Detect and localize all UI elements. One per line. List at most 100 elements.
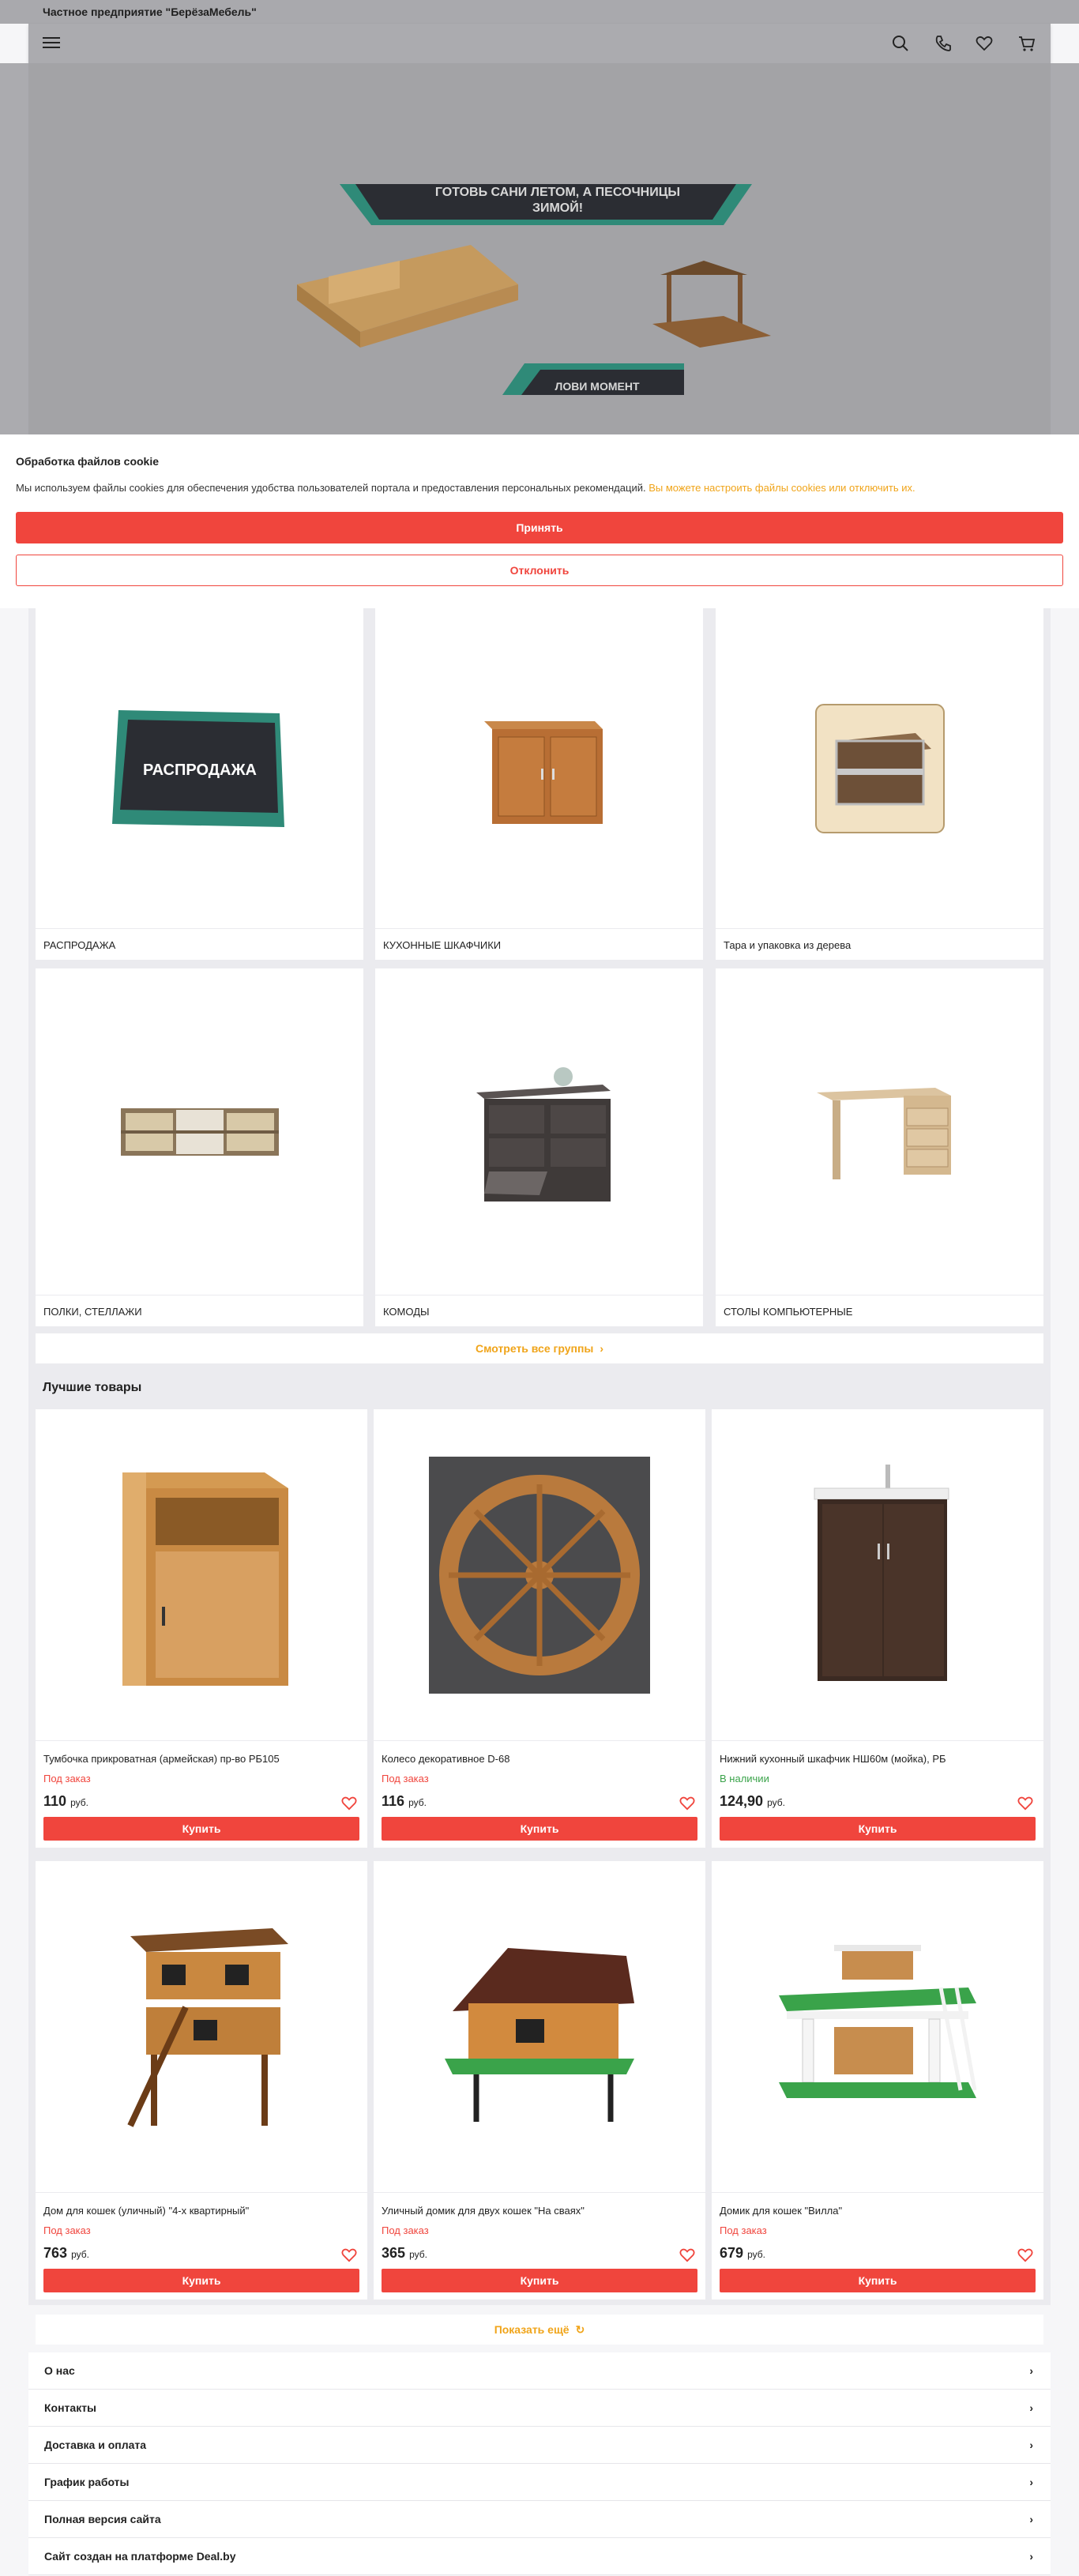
favorite-heart-icon[interactable] [340,2247,358,2262]
group-card[interactable]: Тара и упаковка из дерева [716,608,1043,960]
product-name[interactable]: Уличный домик для двух кошек "На сваях" [382,2205,697,2217]
group-label[interactable]: КОМОДЫ [375,1295,703,1326]
hero-banner[interactable]: ГОТОВЬ САНИ ЛЕТОМ, А ПЕСОЧНИЦЫ ЗИМОЙ! ЛО… [28,63,1051,434]
refresh-icon: ↻ [575,2322,585,2336]
product-price: 110 руб. [43,1793,88,1810]
buy-button[interactable]: Купить [382,1817,697,1841]
product-image[interactable] [36,1861,367,2193]
favorite-heart-icon[interactable] [1017,1795,1034,1811]
top-bar: Частное предприятие "БерёзаМебель" [0,0,1079,24]
phone-icon[interactable] [934,34,953,53]
show-more-label: Показать ещё [494,2323,570,2336]
show-more-button[interactable]: Показать ещё ↻ [36,2315,1043,2345]
search-icon[interactable] [891,34,910,53]
product-status: Под заказ [382,2224,429,2236]
wooden-box-image [814,703,945,833]
hero-left-margin [0,63,28,434]
buy-button[interactable]: Купить [382,2269,697,2292]
banner-line2: ЗИМОЙ! [532,200,583,215]
product-price: 679 руб. [720,2245,765,2262]
kitchen-sink-cabinet-image [814,1464,949,1681]
product-image[interactable] [374,1861,705,2193]
group-image: РАСПРОДАЖА [36,608,363,928]
product-image[interactable] [712,1861,1043,2193]
price-currency: руб. [747,2249,765,2260]
product-card[interactable]: Уличный домик для двух кошек "На сваях" … [374,1861,705,2300]
chevron-right-icon: › [1029,2364,1033,2377]
product-status: Под заказ [43,1773,91,1784]
footer-link-schedule[interactable]: График работы › [28,2464,1051,2501]
see-all-groups-button[interactable]: Смотреть все группы › [36,1333,1043,1363]
group-image [375,968,703,1295]
footer-link-label: О нас [44,2364,75,2377]
group-card[interactable]: КОМОДЫ [375,968,703,1326]
group-card[interactable]: КУХОННЫЕ ШКАФЧИКИ [375,608,703,960]
kitchen-cabinet-image [483,720,603,824]
banner-image: ГОТОВЬ САНИ ЛЕТОМ, А ПЕСОЧНИЦЫ ЗИМОЙ! ЛО… [297,184,771,395]
product-card[interactable]: Тумбочка прикроватная (армейская) пр-во … [36,1409,367,1848]
decorative-wheel-image [429,1456,650,1694]
price-currency: руб. [408,1797,427,1808]
product-name[interactable]: Домик для кошек "Вилла" [720,2205,1036,2217]
cart-icon[interactable] [1017,34,1036,53]
group-label[interactable]: КУХОННЫЕ ШКАФЧИКИ [375,928,703,960]
favorite-heart-icon[interactable] [679,2247,696,2262]
product-status: Под заказ [43,2224,91,2236]
product-card[interactable]: Домик для кошек "Вилла" Под заказ 679 ру… [712,1861,1043,2300]
product-card[interactable]: Колесо декоративное D-68 Под заказ 116 р… [374,1409,705,1848]
group-card[interactable]: ПОЛКИ, СТЕЛЛАЖИ [36,968,363,1326]
favorite-heart-icon[interactable] [340,1795,358,1811]
footer-link-platform[interactable]: Сайт создан на платформе Deal.by › [28,2538,1051,2575]
group-label[interactable]: ПОЛКИ, СТЕЛЛАЖИ [36,1295,363,1326]
buy-button[interactable]: Купить [720,1817,1036,1841]
group-card[interactable]: СТОЛЫ КОМПЬЮТЕРНЫЕ [716,968,1043,1326]
product-card[interactable]: Дом для кошек (уличный) "4-х квартирный"… [36,1861,367,2300]
accept-cookies-button[interactable]: Принять [16,512,1063,543]
product-image[interactable] [36,1409,367,1741]
group-card[interactable]: РАСПРОДАЖА РАСПРОДАЖА [36,608,363,960]
price-currency: руб. [409,2249,427,2260]
product-price: 365 руб. [382,2245,427,2262]
chevron-right-icon: › [1029,2439,1033,2451]
footer-link-contacts[interactable]: Контакты › [28,2390,1051,2427]
favorite-heart-icon[interactable] [679,1795,696,1811]
favorite-heart-icon[interactable] [1017,2247,1034,2262]
product-price: 124,90 руб. [720,1793,785,1810]
nightstand-image [122,1472,288,1686]
product-name[interactable]: Нижний кухонный шкафчик НШ60м (мойка), Р… [720,1753,1036,1765]
footer-link-about[interactable]: О нас › [28,2352,1051,2390]
buy-button[interactable]: Купить [720,2269,1036,2292]
buy-button[interactable]: Купить [43,1817,359,1841]
dresser-image [476,1066,611,1202]
product-name[interactable]: Тумбочка прикроватная (армейская) пр-во … [43,1753,359,1765]
product-card[interactable]: Нижний кухонный шкафчик НШ60м (мойка), Р… [712,1409,1043,1848]
product-image[interactable] [712,1409,1043,1741]
heart-icon[interactable] [975,34,994,53]
group-label[interactable]: РАСПРОДАЖА [36,928,363,960]
footer-link-delivery[interactable]: Доставка и оплата › [28,2427,1051,2464]
chevron-right-icon: › [1029,2476,1033,2488]
menu-icon[interactable] [43,35,60,52]
gazebo-post [738,275,743,330]
group-label[interactable]: Тара и упаковка из дерева [716,928,1043,960]
product-price: 763 руб. [43,2245,89,2262]
decline-cookies-button[interactable]: Отклонить [16,555,1063,586]
product-image[interactable] [374,1409,705,1741]
footer-link-full-version[interactable]: Полная версия сайта › [28,2501,1051,2538]
cat-house-4-image [127,1927,288,2127]
site-header [28,24,1051,63]
price-currency: руб. [767,1797,785,1808]
chevron-right-icon: › [600,1342,604,1355]
group-image [716,968,1043,1295]
group-label[interactable]: СТОЛЫ КОМПЬЮТЕРНЫЕ [716,1295,1043,1326]
product-status: Под заказ [720,2224,767,2236]
buy-button[interactable]: Купить [43,2269,359,2292]
cookie-settings-link[interactable]: Вы можете настроить файлы cookies или от… [649,482,915,494]
price-currency: руб. [70,1797,88,1808]
footer-link-label: График работы [44,2476,130,2488]
product-name[interactable]: Дом для кошек (уличный) "4-х квартирный" [43,2205,359,2217]
footer-link-label: Полная версия сайта [44,2513,161,2525]
cat-house-stilts-image [445,1947,634,2122]
cookie-text: Мы используем файлы cookies для обеспече… [16,482,1058,494]
product-name[interactable]: Колесо декоративное D-68 [382,1753,697,1765]
